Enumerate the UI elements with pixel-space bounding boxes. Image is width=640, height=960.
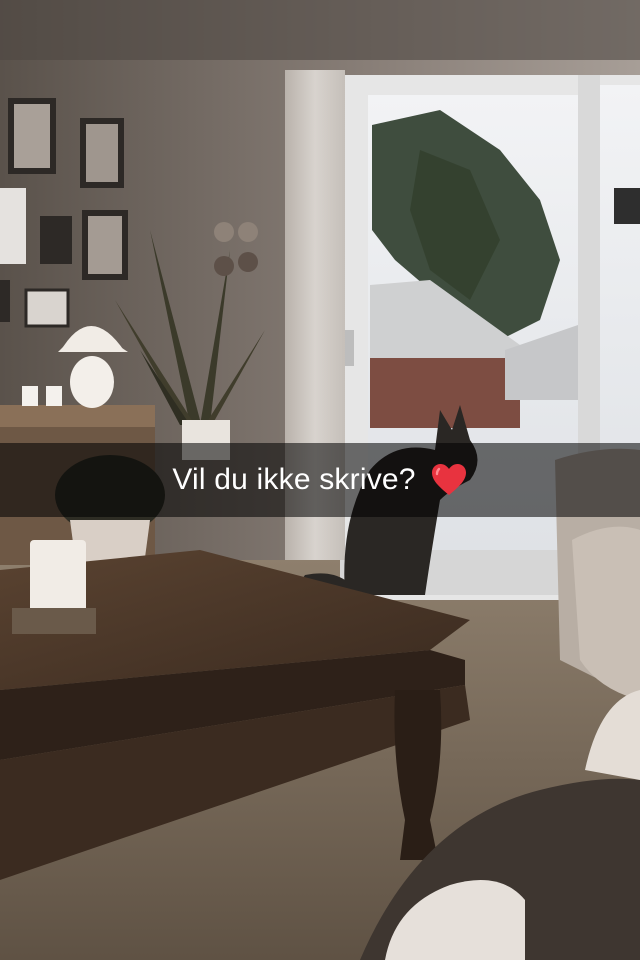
candle-tray: [12, 608, 96, 634]
candle: [22, 386, 38, 406]
picture-frame: [0, 280, 10, 322]
wall-decor: [214, 256, 234, 276]
picture-frame: [40, 216, 72, 264]
picture-frame-photo: [14, 104, 50, 168]
snap-caption-bar[interactable]: Vil du ikke skrive?: [0, 443, 640, 517]
candle: [46, 386, 62, 406]
picture-frame: [0, 188, 26, 264]
wall-decor: [214, 222, 234, 242]
outdoor-lamp: [614, 188, 640, 224]
red-heart-icon: [430, 462, 468, 498]
sideboard-top: [0, 405, 155, 427]
wall-decor: [238, 252, 258, 272]
caption-text: Vil du ikke skrive?: [172, 463, 416, 496]
window-handle: [344, 330, 354, 366]
lamp-base: [70, 356, 114, 408]
neighbor-brick-wall: [370, 358, 520, 428]
picture-frame: [24, 288, 70, 328]
picture-frame-photo: [86, 124, 118, 182]
ceiling-shadow: [0, 0, 640, 60]
wall-decor: [238, 222, 258, 242]
picture-frame-photo: [88, 216, 122, 274]
